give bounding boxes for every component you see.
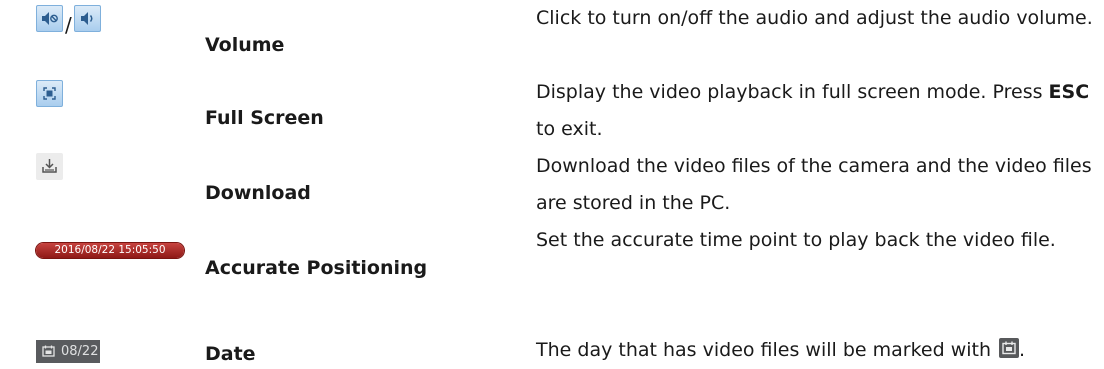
feature-description: Download the video files of the camera a… [536, 155, 1092, 214]
feature-name: Volume [205, 34, 285, 56]
date-text: 08/22 [61, 344, 99, 359]
volume-mute-icon[interactable] [36, 5, 63, 32]
description-text-end: . [1019, 339, 1026, 361]
description-text: Display the video playback in full scree… [536, 81, 1049, 103]
volume-icons: / [36, 5, 101, 35]
date-selector[interactable]: 08/22 [36, 340, 100, 363]
download-cell [36, 153, 63, 184]
video-file-icon [42, 345, 56, 358]
video-file-icon [999, 338, 1020, 358]
fullscreen-cell [36, 80, 63, 107]
description-text-end: to exit. [536, 118, 603, 140]
description-text: The day that has video files will be mar… [536, 339, 992, 361]
volume-on-icon[interactable] [73, 5, 101, 32]
feature-name: Full Screen [205, 107, 324, 129]
feature-name: Accurate Positioning [205, 257, 428, 279]
date-cell: 08/22 [36, 340, 100, 363]
feature-name: Date [205, 343, 256, 365]
separator: / [65, 13, 72, 37]
feature-description: Set the accurate time point to play back… [536, 229, 1056, 251]
feature-description: The day that has video files will be mar… [536, 332, 1098, 369]
esc-key-label: ESC [1048, 81, 1090, 103]
accurate-positioning-time-field[interactable]: 2016/08/22 15:05:50 [36, 243, 184, 258]
feature-description: Click to turn on/off the audio and adjus… [536, 7, 1093, 29]
positioning-cell: 2016/08/22 15:05:50 [36, 243, 184, 258]
feature-name: Download [205, 182, 311, 204]
download-icon[interactable] [36, 153, 63, 180]
feature-description: Display the video playback in full scree… [536, 74, 1098, 148]
fullscreen-icon[interactable] [36, 80, 63, 107]
